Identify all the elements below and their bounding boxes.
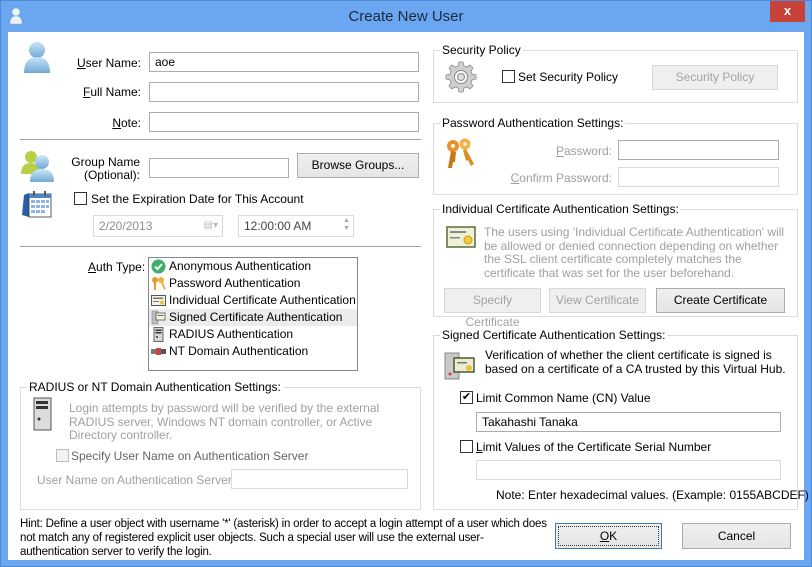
- signed-certificate-description: Verification of whether the client certi…: [485, 348, 786, 376]
- ok-button[interactable]: OK: [555, 523, 662, 549]
- expiration-time-value: 12:00:00 AM: [244, 219, 312, 233]
- auth-type-item-radius[interactable]: RADIUS Authentication: [149, 326, 357, 343]
- group-name-input[interactable]: [149, 158, 289, 178]
- server-icon: [153, 327, 164, 342]
- password-settings-group: Password Authentication Settings: Passwo…: [433, 116, 798, 195]
- auth-item-label: Individual Certificate Authentication: [169, 293, 356, 307]
- auth-item-label: NT Domain Authentication: [169, 344, 309, 358]
- cn-value-input[interactable]: Takahashi Tanaka: [476, 412, 781, 432]
- security-policy-button[interactable]: Security Policy: [652, 65, 778, 90]
- set-security-policy-checkbox[interactable]: [502, 70, 515, 83]
- specify-server-username-checkbox[interactable]: [56, 449, 69, 462]
- group-icon: [21, 151, 54, 182]
- check-circle-icon: [151, 259, 166, 274]
- auth-type-item-password[interactable]: Password Authentication: [149, 275, 357, 292]
- calendar-icon: [22, 191, 52, 218]
- individual-certificate-description: The users using 'Individual Certificate …: [484, 225, 785, 280]
- auth-item-label: Password Authentication: [169, 276, 301, 290]
- security-policy-title: Security Policy: [440, 43, 523, 57]
- signed-certificate-group: Signed Certificate Authentication Settin…: [433, 328, 809, 510]
- auth-type-item-signed-certificate[interactable]: Signed Certificate Authentication: [149, 309, 357, 326]
- auth-item-label: Signed Certificate Authentication: [169, 310, 343, 324]
- auth-item-label: Anonymous Authentication: [169, 259, 312, 273]
- calendar-dropdown-icon[interactable]: ▤▾: [204, 219, 218, 233]
- limit-cn-checkbox[interactable]: ✔: [460, 391, 473, 404]
- fullname-label: Full Name:: [82, 85, 141, 99]
- radius-description: Login attempts by password will be verif…: [69, 401, 380, 442]
- expiration-label: Set the Expiration Date for This Account: [91, 192, 304, 206]
- domain-icon: [151, 348, 166, 355]
- confirm-password-label: Confirm Password:: [510, 171, 612, 185]
- certificate-icon: [151, 295, 166, 306]
- security-policy-group: Security Policy Set Security Policy Secu…: [433, 43, 798, 103]
- signed-certificate-title: Signed Certificate Authentication Settin…: [440, 328, 668, 342]
- password-settings-title: Password Authentication Settings:: [440, 116, 626, 130]
- expiration-date-picker[interactable]: 2/20/2013 ▤▾: [93, 215, 223, 237]
- divider: [20, 139, 421, 140]
- auth-item-label: RADIUS Authentication: [169, 327, 294, 341]
- serial-number-input[interactable]: [476, 460, 781, 480]
- keys-icon: [152, 277, 166, 290]
- expiration-time-picker[interactable]: 12:00:00 AM ▲ ▼: [238, 215, 354, 237]
- password-label: Password:: [555, 144, 612, 158]
- keys-icon: [447, 138, 474, 168]
- dialog-window: Create New User x UUser Name:ser Name: a…: [0, 0, 812, 567]
- individual-certificate-title: Individual Certificate Authentication Se…: [440, 202, 681, 216]
- certificate-icon: [446, 226, 476, 248]
- radius-settings-title: RADIUS or NT Domain Authentication Setti…: [27, 380, 283, 394]
- password-input[interactable]: [618, 140, 779, 160]
- dialog-client: UUser Name:ser Name: aoe Full Name: Note…: [8, 32, 809, 560]
- server-username-input[interactable]: [231, 469, 408, 489]
- window-title: Create New User: [348, 8, 464, 25]
- group-name-label-line2: (Optional):: [83, 168, 140, 182]
- expiration-date-value: 2/20/2013: [99, 219, 153, 233]
- username-input[interactable]: aoe: [149, 52, 419, 72]
- signed-certificate-icon: [151, 310, 166, 325]
- individual-certificate-group: Individual Certificate Authentication Se…: [433, 202, 798, 329]
- specify-certificate-button[interactable]: Specify Certificate: [444, 288, 541, 329]
- fullname-input[interactable]: [149, 82, 419, 102]
- set-security-policy-label: Set Security Policy: [518, 70, 619, 84]
- close-button[interactable]: x: [770, 1, 805, 22]
- limit-cn-label: Limit Common Name (CN) Value: [476, 391, 651, 405]
- auth-type-item-nt-domain[interactable]: NT Domain Authentication: [149, 343, 357, 360]
- radius-settings-group: RADIUS or NT Domain Authentication Setti…: [20, 380, 421, 510]
- specify-server-username-label: Specify User Name on Authentication Serv…: [71, 449, 309, 463]
- auth-type-item-individual-certificate[interactable]: Individual Certificate Authentication: [149, 292, 357, 309]
- gear-icon: [445, 61, 477, 93]
- limit-serial-checkbox[interactable]: [460, 440, 473, 453]
- divider: [20, 246, 421, 247]
- auth-type-item-anonymous[interactable]: Anonymous Authentication: [149, 258, 357, 275]
- note-label: Note:: [112, 116, 141, 130]
- create-certificate-button[interactable]: Create Certificate: [656, 288, 785, 313]
- view-certificate-button[interactable]: View Certificate: [549, 288, 646, 313]
- server-username-label: User Name on Authentication Server:: [37, 473, 236, 487]
- server-icon: [33, 397, 52, 431]
- cancel-button[interactable]: Cancel: [682, 523, 791, 549]
- username-label: UUser Name:ser Name:: [76, 56, 141, 70]
- hint-text: Hint: Define a user object with username…: [20, 518, 547, 558]
- expiration-checkbox[interactable]: [74, 192, 87, 205]
- group-name-label: Group Name (Optional):: [68, 156, 140, 182]
- limit-serial-label: Limit Values of the Certificate Serial N…: [476, 440, 712, 454]
- auth-type-label: Auth Type:: [88, 260, 146, 274]
- signed-certificate-icon: [444, 352, 475, 380]
- title-bar[interactable]: Create New User x: [1, 1, 811, 32]
- time-spinner-icon[interactable]: ▲ ▼: [343, 217, 350, 233]
- auth-type-list[interactable]: Anonymous Authentication Password Authen…: [148, 257, 358, 371]
- confirm-password-input[interactable]: [618, 167, 779, 187]
- hex-note: Note: Enter hexadecimal values. (Example…: [496, 488, 809, 502]
- browse-groups-button[interactable]: Browse Groups...: [297, 153, 419, 178]
- note-input[interactable]: [149, 112, 419, 132]
